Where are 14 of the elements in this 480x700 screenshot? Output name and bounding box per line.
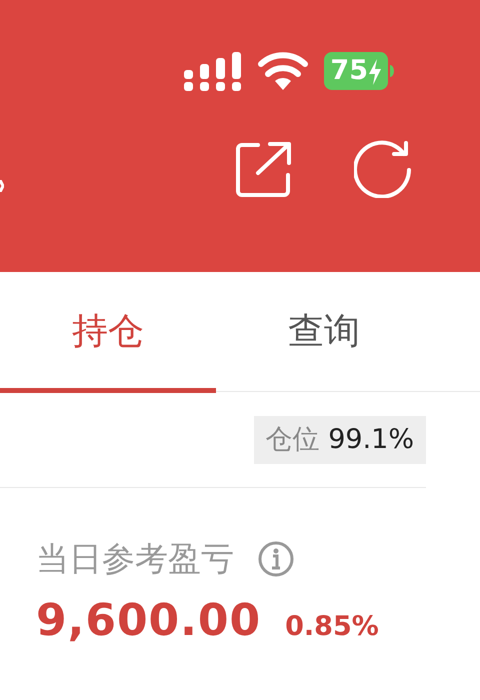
signal-icon (184, 52, 242, 92)
tab[interactable]: 查询 (216, 272, 432, 392)
tab[interactable]: 持仓 (0, 272, 216, 392)
position-ratio: 仓位 99.1% (254, 416, 426, 464)
daily-pnl-label: 当日参考盈亏 (36, 538, 234, 580)
chevron-icon (0, 180, 4, 192)
battery-icon: 75 (324, 52, 388, 90)
info-icon[interactable] (258, 540, 294, 577)
share-icon[interactable] (236, 141, 292, 197)
battery-tip-icon (390, 65, 394, 77)
daily-pnl-percent: 0.85% (285, 610, 379, 644)
wifi-icon (258, 52, 308, 90)
refresh-icon[interactable] (354, 140, 412, 198)
daily-pnl-value: 9,600.00 (36, 594, 262, 648)
